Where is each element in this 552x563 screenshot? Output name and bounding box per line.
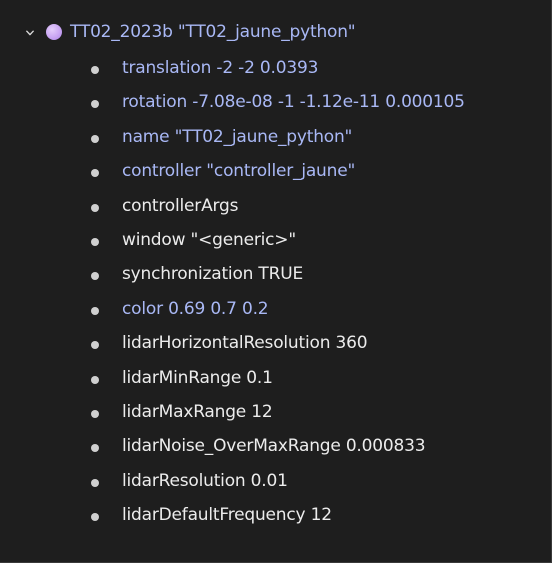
field-list: translation -2 -2 0.0393 rotation -7.08e… xyxy=(0,56,540,537)
bullet-icon xyxy=(91,66,99,74)
bullet-icon xyxy=(91,513,99,522)
field-item-translation[interactable]: translation -2 -2 0.0393 xyxy=(0,56,540,90)
field-label: lidarHorizontalResolution 360 xyxy=(122,333,368,354)
field-label: lidarMaxRange 12 xyxy=(122,401,273,422)
field-item-controller[interactable]: controller "controller_jaune" xyxy=(0,159,540,193)
field-label: rotation -7.08e-08 -1 -1.12e-11 0.000105 xyxy=(122,92,465,113)
field-item-name[interactable]: name "TT02_jaune_python" xyxy=(0,125,540,159)
bullet-icon xyxy=(91,409,99,418)
field-item-lidar-noise[interactable]: lidarNoise_OverMaxRange 0.000833 xyxy=(0,434,540,468)
bullet-icon xyxy=(91,478,99,487)
field-item-lidar-horizontal-resolution[interactable]: lidarHorizontalResolution 360 xyxy=(0,331,540,365)
field-item-lidar-min-range[interactable]: lidarMinRange 0.1 xyxy=(0,366,540,400)
field-item-lidar-default-frequency[interactable]: lidarDefaultFrequency 12 xyxy=(0,503,540,537)
bullet-icon xyxy=(91,272,99,281)
field-label: synchronization TRUE xyxy=(122,264,304,285)
field-label: lidarResolution 0.01 xyxy=(122,470,288,491)
bullet-icon xyxy=(91,375,99,384)
bullet-icon xyxy=(91,306,99,315)
field-label: lidarDefaultFrequency 12 xyxy=(122,505,332,526)
bullet-icon xyxy=(91,134,99,143)
robot-node-icon xyxy=(46,24,62,40)
field-label: lidarMinRange 0.1 xyxy=(122,367,273,388)
field-label: window "<generic>" xyxy=(122,229,296,250)
tree-node-label: TT02_2023b "TT02_jaune_python" xyxy=(70,22,356,42)
field-label: controllerArgs xyxy=(122,195,239,216)
bullet-icon xyxy=(91,203,99,212)
bullet-icon xyxy=(91,444,99,453)
bullet-icon xyxy=(91,100,99,109)
chevron-down-icon[interactable] xyxy=(26,29,34,37)
field-item-synchronization[interactable]: synchronization TRUE xyxy=(0,262,540,296)
field-label: color 0.69 0.7 0.2 xyxy=(122,298,269,319)
field-item-lidar-max-range[interactable]: lidarMaxRange 12 xyxy=(0,400,540,434)
bullet-icon xyxy=(91,169,99,178)
bullet-icon xyxy=(91,237,99,246)
field-label: translation -2 -2 0.0393 xyxy=(122,58,319,78)
field-item-controller-args[interactable]: controllerArgs xyxy=(0,194,540,228)
scene-tree-panel: TT02_2023b "TT02_jaune_python" translati… xyxy=(0,0,552,563)
field-item-color[interactable]: color 0.69 0.7 0.2 xyxy=(0,297,540,331)
field-label: name "TT02_jaune_python" xyxy=(122,126,353,147)
field-item-window[interactable]: window "<generic>" xyxy=(0,228,540,262)
field-label: controller "controller_jaune" xyxy=(122,161,356,182)
field-label: lidarNoise_OverMaxRange 0.000833 xyxy=(122,436,426,457)
field-item-rotation[interactable]: rotation -7.08e-08 -1 -1.12e-11 0.000105 xyxy=(0,90,540,124)
bullet-icon xyxy=(91,341,99,350)
tree-node-robot[interactable]: TT02_2023b "TT02_jaune_python" xyxy=(0,16,540,46)
field-item-lidar-resolution[interactable]: lidarResolution 0.01 xyxy=(0,469,540,503)
